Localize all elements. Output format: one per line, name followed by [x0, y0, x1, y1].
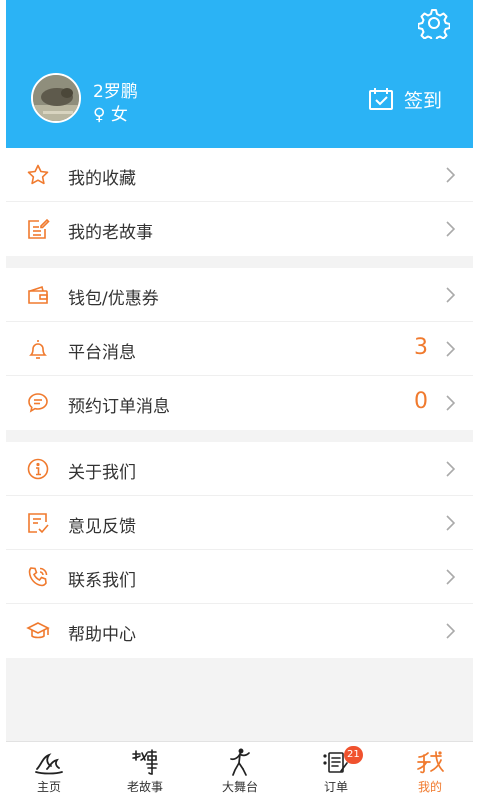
username: 2罗鹏: [93, 82, 138, 102]
tab-label: 大舞台: [221, 780, 258, 794]
chevron-right-icon: [446, 221, 455, 237]
chevron-right-icon: [446, 461, 455, 477]
tab-label: 订单: [323, 780, 348, 794]
menu-item-label: 联系我们: [68, 571, 136, 591]
phone-icon: [28, 567, 48, 587]
signin-button[interactable]: 签到: [368, 84, 442, 114]
booking-count: 0: [414, 389, 428, 414]
chevron-right-icon: [446, 287, 455, 303]
chevron-right-icon: [446, 515, 455, 531]
menu-group-support: 关于我们 意见反馈 联系我们 帮助中心: [6, 442, 473, 658]
menu-item-platform-messages[interactable]: 平台消息 3: [6, 322, 473, 376]
signin-label: 签到: [404, 89, 443, 112]
feedback-icon: [28, 513, 49, 534]
menu-item-about-us[interactable]: 关于我们: [6, 442, 473, 496]
calendar-check-icon: [369, 88, 393, 110]
chevron-right-icon: [446, 167, 455, 183]
note-edit-icon: [28, 218, 50, 239]
menu-item-label: 我的老故事: [68, 223, 153, 243]
bottom-tab-bar: 主页 老故事 大舞台 21 订单 我的: [6, 741, 473, 800]
menu-item-label: 我的收藏: [68, 169, 136, 189]
dancer-icon: [230, 748, 250, 776]
menu-item-favorites[interactable]: 我的收藏: [6, 148, 473, 202]
tab-label: 主页: [36, 780, 61, 794]
avatar-image: [33, 75, 79, 121]
tab-orders[interactable]: 21 订单: [296, 742, 376, 800]
gender-label: ♀ 女: [93, 105, 128, 125]
menu-item-label: 帮助中心: [68, 625, 136, 645]
graduation-cap-icon: [26, 622, 50, 639]
chevron-right-icon: [446, 569, 455, 585]
profile-header: 2罗鹏 ♀ 女 签到: [6, 0, 473, 148]
menu-item-label: 钱包/优惠券: [68, 289, 159, 309]
chat-bubble-icon: [28, 393, 48, 413]
tab-label: 我的: [417, 780, 442, 794]
menu-item-label: 平台消息: [68, 343, 136, 363]
menu-item-my-stories[interactable]: 我的老故事: [6, 202, 473, 256]
orders-badge: 21: [344, 746, 363, 764]
menu-item-feedback[interactable]: 意见反馈: [6, 496, 473, 550]
me-calligraphy-icon: [417, 751, 444, 774]
chevron-right-icon: [446, 395, 455, 411]
home-waves-icon: [35, 753, 63, 775]
gear-icon[interactable]: [418, 7, 450, 39]
profile-page: 2罗鹏 ♀ 女 签到 我的收藏 我的老故事 钱包/优惠券 平台消息 3 预约订单…: [6, 0, 473, 800]
tab-home[interactable]: 主页: [9, 742, 89, 800]
menu-item-help-center[interactable]: 帮助中心: [6, 604, 473, 658]
menu-item-label: 意见反馈: [68, 517, 136, 537]
message-count: 3: [414, 335, 428, 360]
avatar[interactable]: [31, 73, 81, 123]
tab-big-stage[interactable]: 大舞台: [200, 742, 280, 800]
bell-icon: [29, 340, 47, 359]
menu-item-label: 预约订单消息: [68, 397, 170, 417]
menu-item-wallet[interactable]: 钱包/优惠券: [6, 268, 473, 322]
menu-item-label: 关于我们: [68, 463, 136, 483]
chevron-right-icon: [446, 341, 455, 357]
wallet-icon: [28, 285, 48, 304]
menu-item-contact-us[interactable]: 联系我们: [6, 550, 473, 604]
info-icon: [27, 458, 49, 480]
chevron-right-icon: [446, 623, 455, 639]
tab-me[interactable]: 我的: [390, 742, 470, 800]
star-icon: [27, 164, 49, 185]
menu-item-booking-messages[interactable]: 预约订单消息 0: [6, 376, 473, 430]
story-calligraphy-icon: [132, 749, 158, 775]
menu-group-account: 钱包/优惠券 平台消息 3 预约订单消息 0: [6, 268, 473, 430]
tab-label: 老故事: [126, 780, 163, 794]
tab-old-stories[interactable]: 老故事: [105, 742, 185, 800]
menu-group-personal: 我的收藏 我的老故事: [6, 148, 473, 256]
